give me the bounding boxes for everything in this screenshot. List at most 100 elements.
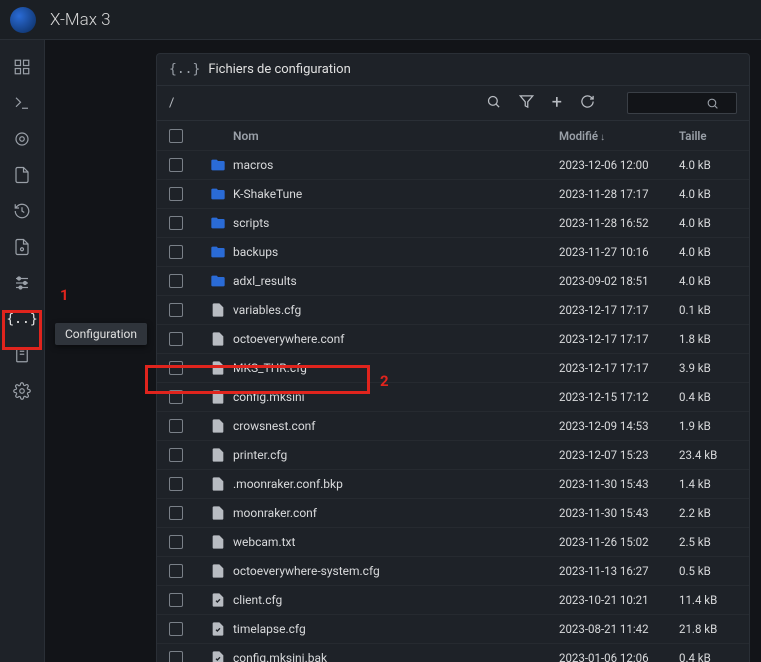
row-checkbox[interactable] [169,303,183,317]
table-row[interactable]: variables.cfg2023-12-17 17:170.1 kB [157,296,749,325]
table-row[interactable]: .moonraker.conf.bkp2023-11-30 15:431.4 k… [157,470,749,499]
search-box[interactable] [627,92,737,114]
nav-gcode[interactable] [6,122,38,156]
file-size: 23.4 kB [679,448,737,462]
col-modified-header[interactable]: Modifié↓ [559,129,679,143]
file-modified: 2023-12-07 15:23 [559,448,679,462]
sidebar: {..} [0,40,45,662]
col-name-header[interactable]: Nom [233,129,559,143]
file-name: octoeverywhere-system.cfg [233,564,559,578]
table-row[interactable]: macros2023-12-06 12:004.0 kB [157,151,749,180]
file-size: 4.0 kB [679,245,737,259]
file-name: .moonraker.conf.bkp [233,477,559,491]
table-row[interactable]: printer.cfg2023-12-07 15:2323.4 kB [157,441,749,470]
row-checkbox[interactable] [169,651,183,662]
nav-settings[interactable] [6,374,38,408]
folder-icon [210,157,226,173]
folder-icon [210,186,226,202]
row-checkbox[interactable] [169,593,183,607]
shell: {..} {..} Fichiers de configuration / + [0,40,761,662]
search-icon[interactable] [486,94,501,113]
file-name: crowsnest.conf [233,419,559,433]
file-modified: 2023-01-06 12:06 [559,651,679,662]
file-icon [210,302,226,318]
nav-files[interactable] [6,158,38,192]
col-size-header[interactable]: Taille [679,129,737,143]
table-row[interactable]: webcam.txt2023-11-26 15:022.5 kB [157,528,749,557]
search-input-icon [706,97,719,110]
file-name: config.mksini.bak [233,651,559,662]
nav-history[interactable] [6,194,38,228]
row-checkbox[interactable] [169,477,183,491]
nav-configuration[interactable]: {..} [6,302,38,336]
refresh-icon[interactable] [580,94,595,113]
table-row[interactable]: config.mksini2023-12-15 17:120.4 kB [157,383,749,412]
table-row[interactable]: MKS_THR.cfg2023-12-17 17:173.9 kB [157,354,749,383]
table-row[interactable]: octoeverywhere-system.cfg2023-11-13 16:2… [157,557,749,586]
file-size: 1.4 kB [679,477,737,491]
file-modified: 2023-10-21 10:21 [559,593,679,607]
app-title: X-Max 3 [50,10,111,30]
nav-system[interactable] [6,338,38,372]
file-size: 4.0 kB [679,274,737,288]
row-checkbox[interactable] [169,622,183,636]
add-icon[interactable]: + [552,96,562,110]
panel-header: {..} Fichiers de configuration [157,54,749,86]
row-checkbox[interactable] [169,564,183,578]
row-checkbox[interactable] [169,158,183,172]
row-checkbox[interactable] [169,245,183,259]
file-icon [210,418,226,434]
breadcrumb-path[interactable]: / [169,96,486,111]
table-row[interactable]: backups2023-11-27 10:164.0 kB [157,238,749,267]
file-size: 0.5 kB [679,564,737,578]
table-row[interactable]: crowsnest.conf2023-12-09 14:531.9 kB [157,412,749,441]
file-size: 3.9 kB [679,361,737,375]
row-checkbox[interactable] [169,332,183,346]
row-checkbox[interactable] [169,535,183,549]
file-name: moonraker.conf [233,506,559,520]
table-row[interactable]: config.mksini.bak2023-01-06 12:060.4 kB [157,644,749,662]
file-icon [210,563,226,579]
file-modified: 2023-12-17 17:17 [559,332,679,346]
table-row[interactable]: client.cfg2023-10-21 10:2111.4 kB [157,586,749,615]
file-icon [210,534,226,550]
row-checkbox[interactable] [169,419,183,433]
folder-icon [210,244,226,260]
row-checkbox[interactable] [169,274,183,288]
row-checkbox[interactable] [169,361,183,375]
file-list: macros2023-12-06 12:004.0 kBK-ShakeTune2… [157,151,749,662]
row-checkbox[interactable] [169,216,183,230]
file-name: printer.cfg [233,448,559,462]
row-checkbox[interactable] [169,390,183,404]
row-checkbox[interactable] [169,187,183,201]
file-modified: 2023-12-06 12:00 [559,158,679,172]
row-checkbox[interactable] [169,506,183,520]
table-row[interactable]: scripts2023-11-28 16:524.0 kB [157,209,749,238]
file-name: K-ShakeTune [233,187,559,201]
nav-tune[interactable] [6,266,38,300]
file-size: 11.4 kB [679,593,737,607]
filter-icon[interactable] [519,94,534,113]
folder-icon [210,273,226,289]
table-row[interactable]: octoeverywhere.conf2023-12-17 17:171.8 k… [157,325,749,354]
file-modified: 2023-12-17 17:17 [559,361,679,375]
file-size: 0.4 kB [679,390,737,404]
nav-console[interactable] [6,86,38,120]
select-all-checkbox[interactable] [169,129,183,143]
file-name: config.mksini [233,390,559,404]
file-modified: 2023-12-15 17:12 [559,390,679,404]
file-icon [210,476,226,492]
file-icon [210,447,226,463]
nav-dashboard[interactable] [6,50,38,84]
nav-jobs[interactable] [6,230,38,264]
table-row[interactable]: adxl_results2023-09-02 18:514.0 kB [157,267,749,296]
file-name: backups [233,245,559,259]
table-row[interactable]: K-ShakeTune2023-11-28 17:174.0 kB [157,180,749,209]
file-icon [210,621,226,637]
table-row[interactable]: timelapse.cfg2023-08-21 11:4221.8 kB [157,615,749,644]
nav-tooltip: Configuration [55,323,147,345]
search-input[interactable] [636,95,706,111]
sort-desc-icon: ↓ [600,132,605,143]
row-checkbox[interactable] [169,448,183,462]
table-row[interactable]: moonraker.conf2023-11-30 15:432.2 kB [157,499,749,528]
